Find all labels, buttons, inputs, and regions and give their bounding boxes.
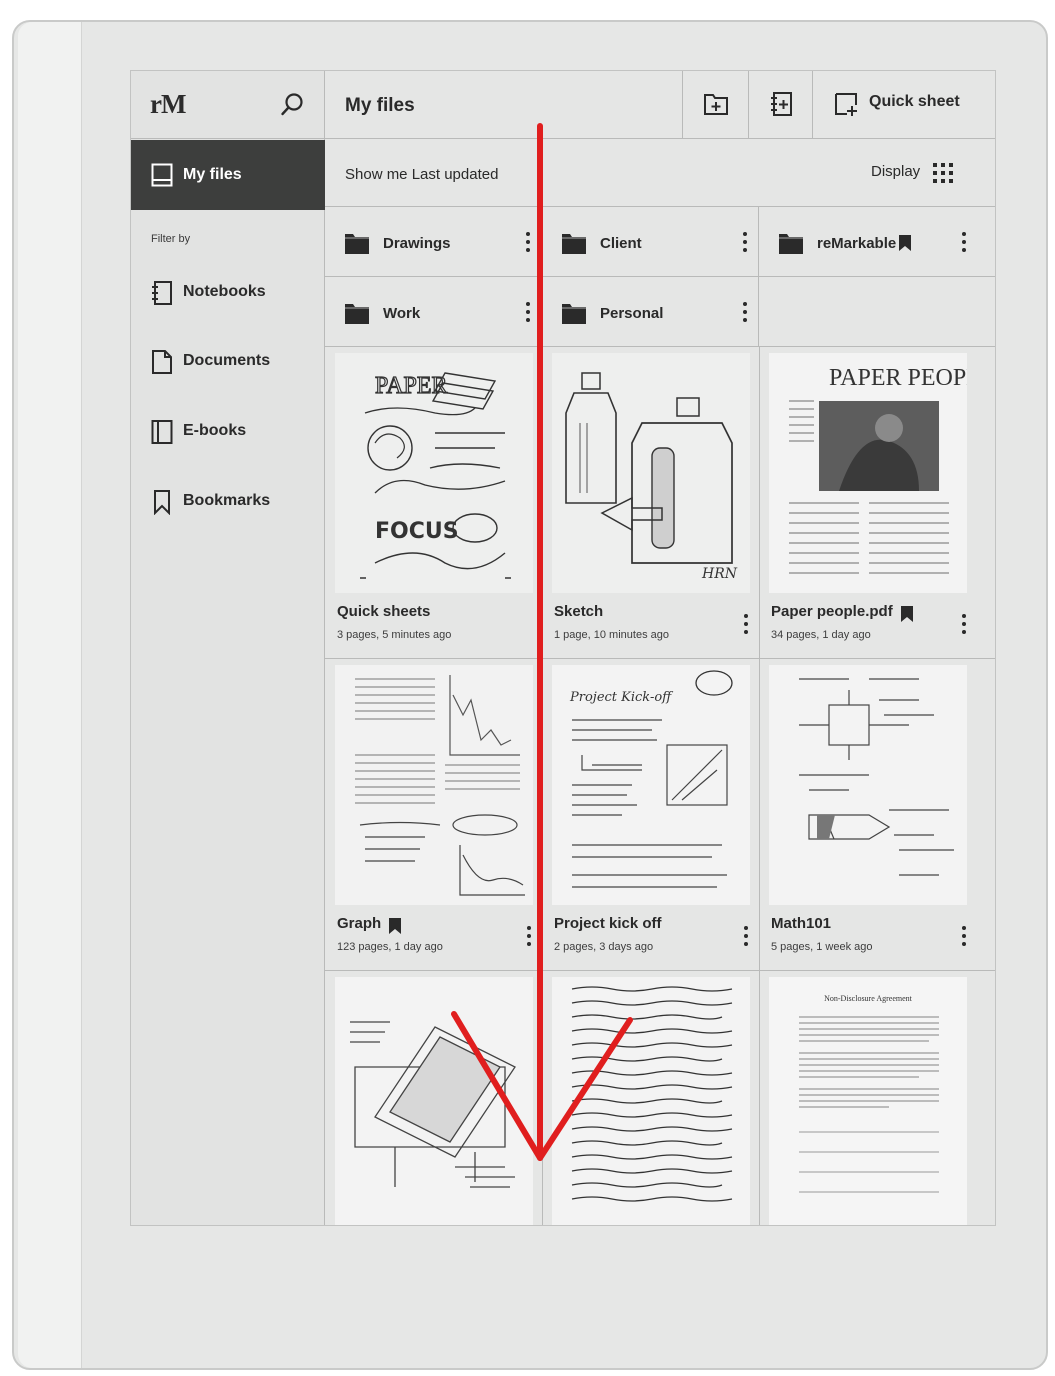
empty-folder-slot [759, 277, 995, 347]
more-options-icon[interactable] [526, 925, 532, 947]
svg-text:HRN: HRN [701, 566, 738, 582]
document-title: Sketch [554, 603, 604, 620]
more-options-icon[interactable] [525, 301, 531, 323]
document-title: Project kick off [554, 915, 662, 932]
grid-view-icon[interactable] [931, 161, 955, 185]
add-folder-icon [704, 94, 728, 115]
tablet-icon [151, 163, 173, 187]
folder-name: Work [383, 305, 421, 322]
folder-name: Drawings [383, 235, 451, 252]
sidebar-item-label: Notebooks [183, 283, 266, 300]
document-math101[interactable]: Math101 5 pages, 1 week ago [759, 659, 995, 971]
document-title: Quick sheets [337, 603, 431, 620]
document-meta: 2 pages, 3 days ago [554, 941, 654, 953]
document-title: Math101 [771, 915, 832, 932]
sidebar-item-label: My files [183, 166, 242, 183]
document-graph[interactable]: Graph 123 pages, 1 day ago [325, 659, 543, 971]
document-meta: 3 pages, 5 minutes ago [337, 629, 452, 641]
thumb-text: Non-Disclosure Agreement [824, 994, 913, 1003]
document-icon [152, 350, 172, 374]
document-meta: 34 pages, 1 day ago [771, 629, 871, 641]
filter-label: Filter by [151, 233, 191, 245]
more-options-icon[interactable] [525, 231, 531, 253]
search-icon[interactable] [279, 91, 307, 119]
add-notebook-icon [771, 92, 792, 116]
folder-icon [562, 234, 586, 254]
document-sketch[interactable]: HRN Sketch 1 page, 10 minutes ago [542, 347, 760, 659]
document-thumbnail: Project Kick-off [552, 665, 750, 905]
folder-name: Personal [600, 305, 664, 322]
bookmark-icon [901, 606, 913, 622]
sort-bar: Show me Last updated Display [325, 139, 995, 207]
folder-drawings[interactable]: Drawings [325, 207, 542, 277]
new-folder-button[interactable] [682, 71, 748, 139]
folder-personal[interactable]: Personal [542, 277, 759, 347]
document-thumbnail [552, 977, 750, 1225]
document-thumbnail [769, 665, 967, 905]
thumb-text: Project Kick-off [569, 690, 674, 705]
quick-sheet-label: Quick sheet [869, 93, 960, 110]
folder-work[interactable]: Work [325, 277, 542, 347]
folder-client[interactable]: Client [542, 207, 759, 277]
app-logo: rM [150, 89, 186, 119]
new-notebook-button[interactable] [748, 71, 812, 139]
bookmark-icon [899, 235, 911, 251]
document-thumbnail [335, 977, 533, 1225]
document-thumbnail: PAPER FOCUS [335, 353, 533, 593]
sort-selector[interactable]: Show me Last updated [345, 166, 498, 183]
sidebar-item-label: Documents [183, 352, 271, 369]
document-meta: 5 pages, 1 week ago [771, 941, 873, 953]
display-button[interactable]: Display [871, 163, 920, 180]
thumb-text: PAPER PEOPLE [829, 365, 967, 391]
more-options-icon[interactable] [743, 613, 749, 635]
bookmark-icon [154, 490, 170, 515]
folder-icon [345, 304, 369, 324]
more-options-icon[interactable] [961, 231, 967, 253]
document-quick-sheets[interactable]: PAPER FOCUS Quick sheets 3 pages, 5 minu… [325, 347, 543, 659]
top-bar: My files Quick sheet [325, 71, 995, 139]
notebook-icon [152, 281, 172, 305]
sidebar-item-documents[interactable]: Documents [131, 341, 325, 381]
folder-remarkable[interactable]: reMarkable [759, 207, 995, 277]
more-options-icon[interactable] [961, 925, 967, 947]
document-thumbnail [335, 665, 533, 905]
document-title: Graph [337, 915, 382, 932]
bookmark-icon [389, 918, 401, 934]
folder-name: Client [600, 235, 642, 252]
more-options-icon[interactable] [961, 613, 967, 635]
document-meta: 1 page, 10 minutes ago [554, 629, 669, 641]
more-options-icon[interactable] [742, 301, 748, 323]
document-thumbnail: HRN [552, 353, 750, 593]
document-nda[interactable]: Non-Disclosure Agreement [759, 971, 995, 1225]
device-grip [18, 22, 82, 1368]
quick-sheet-icon [835, 93, 857, 116]
logo-row: rM [131, 71, 325, 139]
more-options-icon[interactable] [742, 231, 748, 253]
document-title: Paper people.pdf [771, 603, 893, 620]
document-thumbnail: Non-Disclosure Agreement [769, 977, 967, 1225]
document-meta: 123 pages, 1 day ago [337, 941, 443, 953]
sidebar-item-bookmarks[interactable]: Bookmarks [131, 481, 325, 521]
folder-icon [562, 304, 586, 324]
sidebar-item-notebooks[interactable]: Notebooks [131, 272, 325, 312]
tablet-screen: rM My files Filter by Notebooks Document… [130, 70, 996, 1226]
sidebar-item-my-files[interactable]: My files [131, 140, 325, 210]
sidebar-item-label: E-books [183, 422, 247, 439]
document-remarkable-sketch[interactable] [325, 971, 543, 1225]
sidebar: rM My files Filter by Notebooks Document… [131, 71, 325, 1225]
document-paper-people[interactable]: PAPER PEOPLE Paper people.pdf 34 pages, … [759, 347, 995, 659]
more-options-icon[interactable] [743, 925, 749, 947]
document-handwritten-note[interactable] [542, 971, 760, 1225]
document-project-kick-off[interactable]: Project Kick-off Project kick off 2 page… [542, 659, 760, 971]
sidebar-item-ebooks[interactable]: E-books [131, 411, 325, 451]
quick-sheet-button[interactable]: Quick sheet [812, 71, 995, 139]
folder-name: reMarkable [817, 235, 897, 252]
folder-icon [345, 234, 369, 254]
folder-icon [779, 234, 803, 254]
ebook-icon [151, 420, 173, 444]
document-thumbnail: PAPER PEOPLE [769, 353, 967, 593]
sidebar-item-label: Bookmarks [183, 492, 271, 509]
page-title: My files [345, 95, 415, 116]
thumb-text: FOCUS [375, 519, 459, 544]
